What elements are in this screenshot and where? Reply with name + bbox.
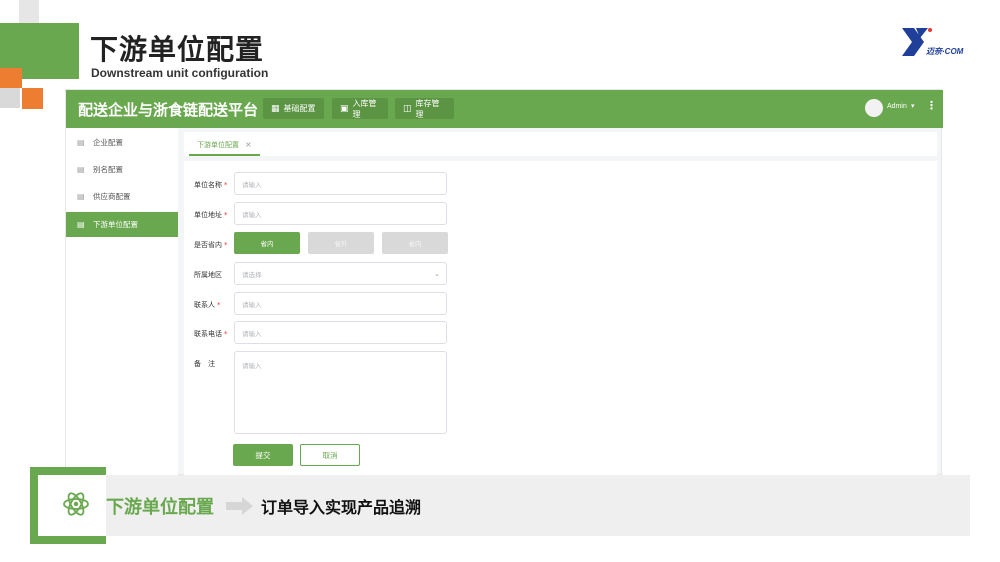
- region-select[interactable]: 请选择 ⌄: [234, 262, 447, 285]
- option-in-province[interactable]: 省内: [234, 232, 300, 254]
- sidebar-item-supplier[interactable]: ▤ 供应商配置: [66, 184, 178, 209]
- sidebar-item-company[interactable]: ▤ 企业配置: [66, 130, 178, 155]
- document-icon: ▤: [77, 220, 85, 229]
- banner-right-text: 订单导入实现产品追溯: [261, 498, 422, 517]
- box-icon: ◫: [403, 103, 412, 114]
- tab-bar: 下游单位配置 ×: [184, 132, 937, 156]
- decor-gray-square-2: [0, 88, 20, 108]
- app-header: 配送企业与浙食链配送平台 ▦ 基础配置 ▣ 入库管理 ◫ 库存管理 Admin …: [66, 90, 943, 128]
- nav-basic-config[interactable]: ▦ 基础配置: [263, 98, 324, 119]
- document-icon: ▤: [77, 165, 85, 174]
- region-label: 所属地区: [194, 271, 222, 279]
- contact-input[interactable]: 请输入: [234, 292, 447, 315]
- document-icon: ▤: [77, 192, 85, 201]
- sidebar-item-label: 别名配置: [93, 165, 123, 174]
- chevron-down-icon: ⌄: [434, 270, 440, 278]
- slide-title: 下游单位配置: [90, 33, 265, 66]
- nav-label: 入库管理: [352, 98, 377, 119]
- option-out-province[interactable]: 省外: [308, 232, 374, 254]
- grid-icon: ▦: [271, 103, 280, 114]
- required-mark: *: [224, 241, 228, 249]
- unit-address-label: 单位地址 *: [194, 210, 228, 220]
- remark-textarea[interactable]: 请输入: [234, 351, 447, 434]
- required-mark: *: [224, 330, 228, 338]
- nav-label: 库存管理: [415, 98, 440, 119]
- label-text: 联系人: [194, 301, 215, 309]
- label-text: 是否省内: [194, 241, 222, 249]
- province-option-group: 省内 省外 省内: [234, 232, 449, 255]
- cancel-button[interactable]: 取消: [300, 444, 360, 466]
- tab-label: 下游单位配置: [197, 140, 239, 149]
- label-text: 单位地址: [194, 211, 222, 219]
- select-placeholder: 请选择: [242, 270, 262, 279]
- nav-stock[interactable]: ◫ 库存管理: [395, 98, 454, 119]
- contact-label: 联系人 *: [194, 300, 221, 310]
- close-icon[interactable]: ×: [245, 140, 252, 149]
- phone-input[interactable]: 请输入: [234, 321, 447, 344]
- unit-name-input[interactable]: 请输入: [234, 172, 447, 195]
- required-mark: *: [217, 301, 221, 309]
- image-icon: ▣: [340, 103, 349, 114]
- tab-downstream[interactable]: 下游单位配置 ×: [189, 135, 260, 156]
- banner-left-text: 下游单位配置: [106, 497, 214, 518]
- user-name[interactable]: Admin: [887, 103, 907, 110]
- submit-button[interactable]: 提交: [233, 444, 293, 466]
- form-panel: 单位名称 * 请输入 单位地址 * 请输入 是否省内 * 省内 省外 省内 所属地区 …: [184, 161, 937, 475]
- phone-label: 联系电话 *: [194, 329, 228, 339]
- sidebar-item-alias[interactable]: ▤ 别名配置: [66, 157, 178, 182]
- app-title: 配送企业与浙食链配送平台: [78, 101, 259, 119]
- decor-orange-square-2: [22, 88, 43, 109]
- atom-icon: [63, 492, 89, 516]
- document-icon: ▤: [77, 138, 85, 147]
- avatar[interactable]: [865, 99, 883, 117]
- sidebar-item-label: 供应商配置: [93, 192, 131, 201]
- more-vertical-icon[interactable]: ⋮: [926, 100, 937, 111]
- slide-subtitle: Downstream unit configuration: [91, 66, 269, 80]
- decor-gray-square: [19, 0, 39, 24]
- decor-orange-square: [0, 68, 22, 88]
- remark-label: 备 注: [194, 360, 215, 368]
- nav-label: 基础配置: [283, 104, 316, 113]
- label-text: 联系电话: [194, 330, 222, 338]
- sidebar-item-label: 企业配置: [93, 138, 123, 147]
- sidebar-item-downstream[interactable]: ▤ 下游单位配置: [66, 212, 178, 237]
- nav-inbound[interactable]: ▣ 入库管理: [332, 98, 388, 119]
- option-third[interactable]: 省内: [382, 232, 448, 254]
- unit-name-label: 单位名称 *: [194, 180, 228, 190]
- label-text: 单位名称: [194, 181, 222, 189]
- required-mark: *: [224, 181, 228, 189]
- required-mark: *: [224, 211, 228, 219]
- logo-text: 迈奈·COM: [926, 47, 964, 56]
- unit-address-input[interactable]: 请输入: [234, 202, 447, 225]
- in-province-label: 是否省内 *: [194, 240, 228, 250]
- caret-down-icon[interactable]: ▾: [911, 102, 915, 110]
- sidebar-item-label: 下游单位配置: [93, 220, 138, 229]
- sidebar: ▤ 企业配置 ▤ 别名配置 ▤ 供应商配置 ▤ 下游单位配置: [66, 128, 178, 476]
- app-window: 配送企业与浙食链配送平台 ▦ 基础配置 ▣ 入库管理 ◫ 库存管理 Admin …: [65, 89, 943, 476]
- arrow-right-icon: [226, 497, 253, 515]
